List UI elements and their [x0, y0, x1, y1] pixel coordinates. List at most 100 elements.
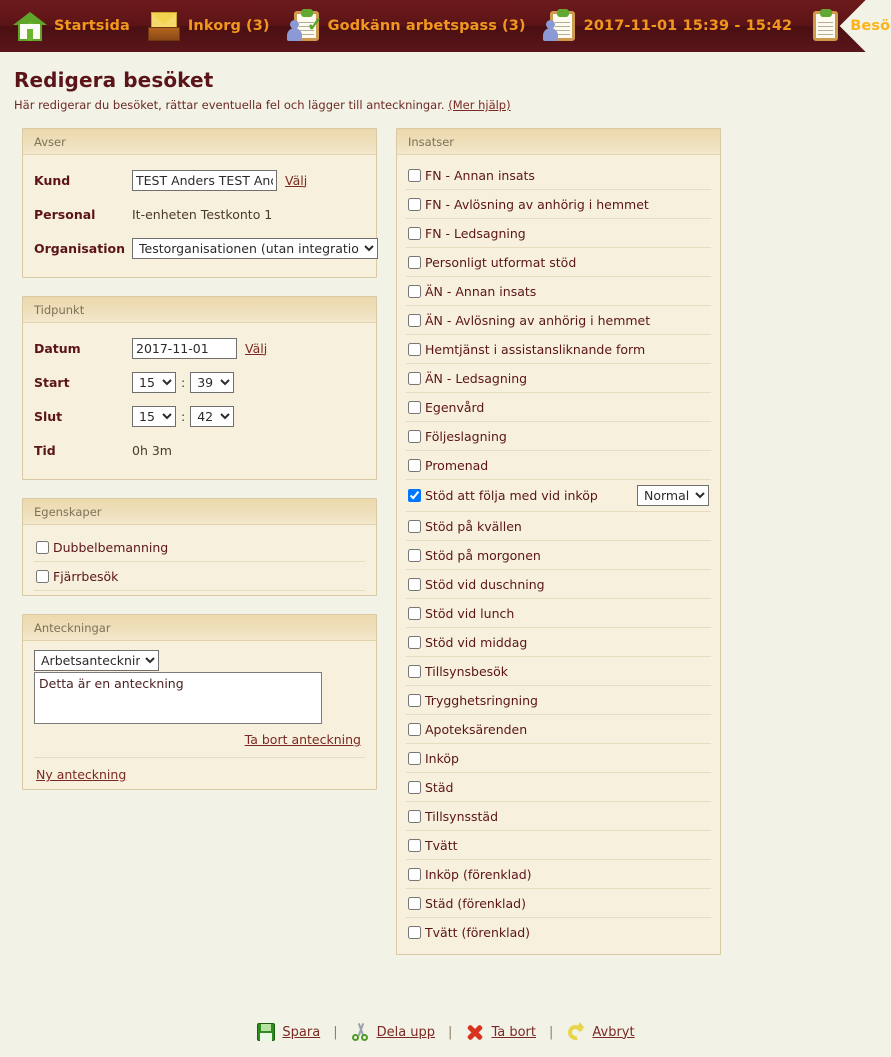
nav-item-godkann-arbetspass[interactable]: ✓ Godkänn arbetspass (3) — [286, 0, 526, 52]
delete-note-link[interactable]: Ta bort anteckning — [245, 732, 361, 747]
insats-checkbox[interactable] — [408, 722, 421, 736]
insats-row[interactable]: ÄN - Avlösning av anhörig i hemmet — [406, 306, 711, 335]
split-button[interactable]: Dela upp — [347, 1022, 439, 1042]
insats-checkbox[interactable] — [408, 342, 421, 356]
insats-row[interactable]: Tvätt (förenklad) — [406, 918, 711, 947]
insats-checkbox[interactable] — [408, 577, 421, 591]
insats-label[interactable]: Egenvård — [425, 400, 709, 415]
kund-input[interactable] — [132, 169, 277, 191]
nav-item-arbetspass-tid[interactable]: 2017-11-01 15:39 - 15:42 — [542, 0, 793, 52]
insats-label[interactable]: Stöd vid duschning — [425, 577, 709, 592]
datum-input[interactable] — [132, 337, 237, 359]
insats-row[interactable]: Städ — [406, 773, 711, 802]
insats-checkbox[interactable] — [408, 548, 421, 562]
insats-row[interactable]: Stöd vid lunch — [406, 599, 711, 628]
insats-checkbox[interactable] — [408, 693, 421, 707]
insats-row[interactable]: ÄN - Ledsagning — [406, 364, 711, 393]
egenskap-label-dubbelbemanning[interactable]: Dubbelbemanning — [53, 540, 363, 555]
insats-row[interactable]: Hemtjänst i assistansliknande form — [406, 335, 711, 364]
insats-label[interactable]: Hemtjänst i assistansliknande form — [425, 342, 709, 357]
insats-row[interactable]: Följeslagning — [406, 422, 711, 451]
start-minute-select[interactable]: 39 — [190, 371, 235, 393]
insats-label[interactable]: Följeslagning — [425, 429, 709, 444]
datum-valj-link[interactable]: Välj — [245, 341, 267, 356]
egenskap-row-dubbelbemanning[interactable]: Dubbelbemanning — [34, 533, 365, 562]
insats-checkbox[interactable] — [408, 255, 421, 269]
insats-checkbox[interactable] — [408, 371, 421, 385]
insats-row[interactable]: Trygghetsringning — [406, 686, 711, 715]
egenskap-label-fjarrbesok[interactable]: Fjärrbesök — [53, 569, 363, 584]
insats-label[interactable]: Inköp — [425, 751, 709, 766]
insats-label[interactable]: Stöd vid lunch — [425, 606, 709, 621]
insats-checkbox[interactable] — [408, 838, 421, 852]
insats-row[interactable]: Personligt utformat stöd — [406, 248, 711, 277]
insats-checkbox[interactable] — [408, 606, 421, 620]
insats-label[interactable]: FN - Ledsagning — [425, 226, 709, 241]
insats-checkbox[interactable] — [408, 635, 421, 649]
insats-label[interactable]: ÄN - Annan insats — [425, 284, 709, 299]
insats-checkbox[interactable] — [408, 489, 421, 502]
insats-label[interactable]: FN - Annan insats — [425, 168, 709, 183]
insats-label[interactable]: Tvätt (förenklad) — [425, 925, 709, 940]
insats-row[interactable]: Stöd på morgonen — [406, 541, 711, 570]
save-button[interactable]: Spara — [252, 1022, 324, 1042]
note-type-select[interactable]: Arbetsanteckning — [34, 650, 159, 671]
insats-row[interactable]: ÄN - Annan insats — [406, 277, 711, 306]
insats-checkbox[interactable] — [408, 896, 421, 910]
insats-checkbox[interactable] — [408, 226, 421, 240]
insats-checkbox[interactable] — [408, 867, 421, 881]
insats-row[interactable]: Tvätt — [406, 831, 711, 860]
insats-row[interactable]: Stöd på kvällen — [406, 512, 711, 541]
insats-row[interactable]: Tillsynsbesök — [406, 657, 711, 686]
note-textarea[interactable]: Detta är en anteckning — [34, 672, 322, 724]
insats-label[interactable]: Inköp (förenklad) — [425, 867, 709, 882]
insats-row[interactable]: Stöd att följa med vid inköp Normal — [406, 480, 711, 512]
insats-checkbox[interactable] — [408, 926, 421, 939]
cancel-button[interactable]: Avbryt — [562, 1022, 638, 1043]
egenskap-row-fjarrbesok[interactable]: Fjärrbesök — [34, 562, 365, 591]
insats-label[interactable]: FN - Avlösning av anhörig i hemmet — [425, 197, 709, 212]
insats-checkbox[interactable] — [408, 809, 421, 823]
insats-checkbox[interactable] — [408, 313, 421, 327]
insats-row[interactable]: Stöd vid duschning — [406, 570, 711, 599]
insats-checkbox[interactable] — [408, 664, 421, 678]
insats-label[interactable]: Tillsynsstäd — [425, 809, 709, 824]
insats-level-select[interactable]: Normal — [637, 485, 709, 506]
insats-row[interactable]: Apoteksärenden — [406, 715, 711, 744]
insats-checkbox[interactable] — [408, 780, 421, 794]
insats-label[interactable]: Trygghetsringning — [425, 693, 709, 708]
insats-label[interactable]: Apoteksärenden — [425, 722, 709, 737]
nav-item-startsida[interactable]: Startsida — [12, 0, 130, 52]
insats-label[interactable]: Städ — [425, 780, 709, 795]
insats-label[interactable]: Stöd vid middag — [425, 635, 709, 650]
new-note-link[interactable]: Ny anteckning — [36, 767, 126, 782]
insats-row[interactable]: FN - Annan insats — [406, 161, 711, 190]
insats-label[interactable]: Stöd att följa med vid inköp — [425, 488, 637, 503]
insats-label[interactable]: Stöd på kvällen — [425, 519, 709, 534]
start-hour-select[interactable]: 15 — [132, 371, 176, 393]
insats-row[interactable]: Stöd vid middag — [406, 628, 711, 657]
nav-item-besok[interactable]: Besök 15:39 — [808, 0, 891, 52]
insats-row[interactable]: FN - Ledsagning — [406, 219, 711, 248]
more-help-link[interactable]: (Mer hjälp) — [448, 98, 510, 112]
insats-checkbox[interactable] — [408, 751, 421, 765]
insats-row[interactable]: Inköp (förenklad) — [406, 860, 711, 889]
insats-row[interactable]: Promenad — [406, 451, 711, 480]
slut-minute-select[interactable]: 42 — [190, 405, 235, 427]
insats-row[interactable]: Städ (förenklad) — [406, 889, 711, 918]
insats-label[interactable]: ÄN - Avlösning av anhörig i hemmet — [425, 313, 709, 328]
insats-row[interactable]: Egenvård — [406, 393, 711, 422]
egenskap-checkbox-fjarrbesok[interactable] — [36, 569, 49, 583]
insats-label[interactable]: Städ (förenklad) — [425, 896, 709, 911]
insats-checkbox[interactable] — [408, 458, 421, 472]
insats-checkbox[interactable] — [408, 169, 421, 182]
insats-row[interactable]: FN - Avlösning av anhörig i hemmet — [406, 190, 711, 219]
insats-row[interactable]: Inköp — [406, 744, 711, 773]
insats-label[interactable]: Tvätt — [425, 838, 709, 853]
egenskap-checkbox-dubbelbemanning[interactable] — [36, 540, 49, 554]
insats-label[interactable]: Personligt utformat stöd — [425, 255, 709, 270]
insats-label[interactable]: ÄN - Ledsagning — [425, 371, 709, 386]
insats-checkbox[interactable] — [408, 400, 421, 414]
nav-item-inkorg[interactable]: Inkorg (3) — [146, 0, 270, 52]
insats-label[interactable]: Tillsynsbesök — [425, 664, 709, 679]
